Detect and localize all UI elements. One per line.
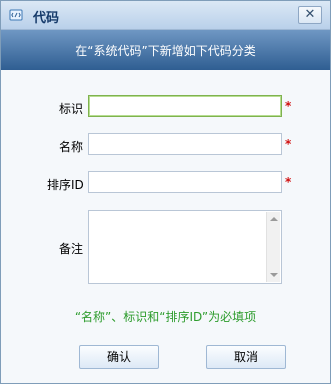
window-title: 代码 (33, 11, 60, 26)
scroll-up-icon[interactable] (270, 217, 278, 221)
required-mark: * (285, 137, 292, 151)
dialog-window: 代码 ✕ 在“系统代码”下新增如下代码分类 标识 * 名称 * 排序ID * 备… (0, 0, 331, 384)
code-app-icon (9, 9, 23, 21)
remark-textarea[interactable] (88, 210, 282, 284)
field-label-sort-id: 排序ID (47, 178, 84, 192)
field-label-remark: 备注 (59, 242, 84, 256)
confirm-button[interactable]: 确认 (79, 345, 159, 369)
field-label-id: 标识 (59, 102, 84, 116)
close-icon: ✕ (304, 7, 316, 22)
name-input[interactable] (88, 133, 282, 155)
cancel-button[interactable]: 取消 (206, 345, 286, 369)
textarea-scrollbar[interactable] (266, 212, 280, 282)
banner-text: 在“系统代码”下新增如下代码分类 (75, 44, 256, 58)
sort-id-input[interactable] (88, 171, 282, 193)
required-mark: * (285, 175, 292, 189)
title-bar[interactable]: 代码 ✕ (1, 1, 330, 30)
header-banner: 在“系统代码”下新增如下代码分类 (1, 30, 330, 70)
id-input[interactable] (88, 95, 282, 117)
close-button[interactable]: ✕ (298, 6, 322, 24)
required-hint: “名称”、标识和“排序ID”为必填项 (74, 310, 257, 324)
scroll-down-icon[interactable] (270, 273, 278, 277)
required-mark: * (285, 99, 292, 113)
field-label-name: 名称 (59, 140, 84, 154)
